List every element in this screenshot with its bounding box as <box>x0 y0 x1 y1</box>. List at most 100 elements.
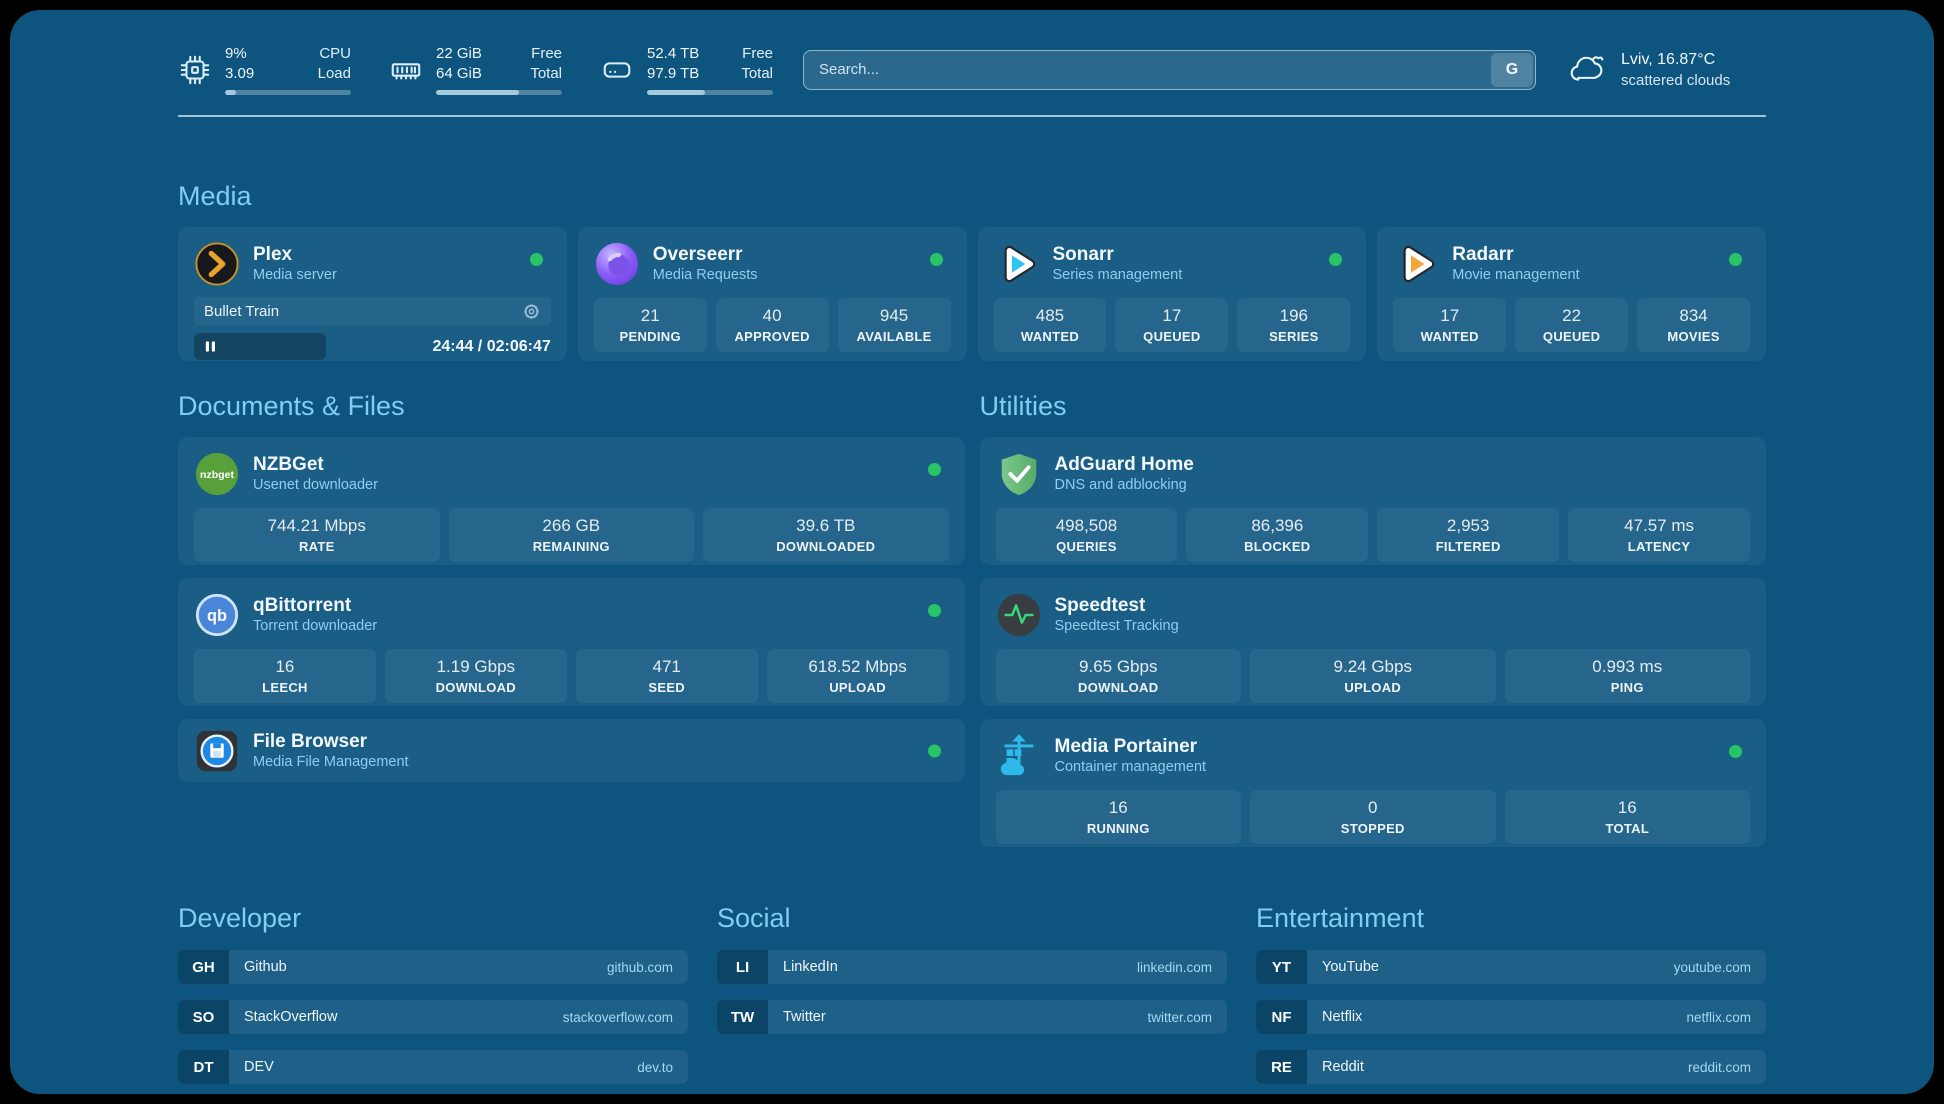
memory-icon <box>389 53 423 87</box>
stat-box: 16 RUNNING <box>996 790 1242 844</box>
bookmark-url: stackoverflow.com <box>563 1010 673 1025</box>
stat-box: 196 SERIES <box>1237 298 1350 352</box>
stat-box: 498,508 QUERIES <box>996 508 1178 562</box>
app-card-nzbget[interactable]: nzbget NZBGet Usenet downloader 744.21 M… <box>178 437 965 565</box>
app-title: Overseerr <box>653 243 758 266</box>
bookmark-linkedin[interactable]: LI LinkedIn linkedin.com <box>717 950 1227 984</box>
app-title: Media Portainer <box>1055 735 1207 758</box>
stat-box: 266 GB REMAINING <box>449 508 695 562</box>
bookmark-abbr: NF <box>1256 1000 1307 1034</box>
stat-box: 945 AVAILABLE <box>838 298 951 352</box>
bookmark-group-entertainment: Entertainment YT YouTube youtube.com NF … <box>1256 903 1766 1084</box>
cpu-values: 9% 3.09 <box>225 44 254 84</box>
stat-box: 0.993 ms PING <box>1505 649 1751 703</box>
memory-values: 22 GiB 64 GiB <box>436 44 482 84</box>
section-title-documents: Documents & Files <box>178 391 965 422</box>
stat-box: 16 LEECH <box>194 649 376 703</box>
status-dot <box>930 253 943 266</box>
svg-text:nzbget: nzbget <box>200 469 234 481</box>
memory-progress-fill <box>436 90 519 95</box>
app-title: Speedtest <box>1055 594 1179 617</box>
stat-box: 471 SEED <box>576 649 758 703</box>
svg-text:qb: qb <box>207 607 227 625</box>
memory-progress-bar <box>436 90 562 95</box>
bookmark-url: netflix.com <box>1686 1010 1751 1025</box>
app-subtitle: Usenet downloader <box>253 476 378 495</box>
search-provider-button[interactable]: G <box>1491 53 1533 87</box>
cpu-icon <box>178 53 212 87</box>
bookmark-reddit[interactable]: RE Reddit reddit.com <box>1256 1050 1766 1084</box>
bookmark-dev[interactable]: DT DEV dev.to <box>178 1050 688 1084</box>
plex-icon <box>194 241 240 287</box>
cpu-progress-bar <box>225 90 351 95</box>
status-dot <box>928 604 941 617</box>
app-subtitle: Media server <box>253 266 337 285</box>
bookmark-stackoverflow[interactable]: SO StackOverflow stackoverflow.com <box>178 1000 688 1034</box>
app-card-sonarr[interactable]: Sonarr Series management 485 WANTED 17 Q… <box>978 227 1367 361</box>
section-title-utilities: Utilities <box>980 391 1767 422</box>
now-playing-row: Bullet Train <box>194 297 551 326</box>
app-title: qBittorrent <box>253 594 377 617</box>
app-card-overseerr[interactable]: Overseerr Media Requests 21 PENDING 40 A… <box>578 227 967 361</box>
qbittorrent-icon: qb <box>194 592 240 638</box>
bookmark-name: Reddit <box>1322 1059 1364 1075</box>
stat-box: 0 STOPPED <box>1250 790 1496 844</box>
filebrowser-icon <box>194 728 240 774</box>
app-card-plex[interactable]: Plex Media server Bullet Train <box>178 227 567 361</box>
app-card-filebrowser[interactable]: File Browser Media File Management <box>178 719 965 782</box>
radarr-icon <box>1393 241 1439 287</box>
bookmark-abbr: LI <box>717 950 768 984</box>
app-subtitle: Container management <box>1055 758 1207 777</box>
bookmark-abbr: GH <box>178 950 229 984</box>
stat-box: 16 TOTAL <box>1505 790 1751 844</box>
app-title: File Browser <box>253 730 409 753</box>
app-card-radarr[interactable]: Radarr Movie management 17 WANTED 22 QUE… <box>1377 227 1766 361</box>
bookmark-name: StackOverflow <box>244 1009 337 1025</box>
memory-widget: 22 GiB 64 GiB Free Total <box>389 44 562 95</box>
gear-icon[interactable] <box>522 302 541 321</box>
app-card-adguard[interactable]: AdGuard Home DNS and adblocking 498,508 … <box>980 437 1767 565</box>
playback-row: 24:44 / 02:06:47 <box>194 333 551 360</box>
disk-labels: Free Total <box>741 44 773 84</box>
app-title: Radarr <box>1452 243 1579 266</box>
bookmark-url: reddit.com <box>1688 1060 1751 1075</box>
stat-box: 1.19 Gbps DOWNLOAD <box>385 649 567 703</box>
cpu-labels: CPU Load <box>318 44 351 84</box>
app-card-portainer[interactable]: Media Portainer Container management 16 … <box>980 719 1767 847</box>
bookmark-youtube[interactable]: YT YouTube youtube.com <box>1256 950 1766 984</box>
bookmark-name: Github <box>244 959 287 975</box>
stat-box: 9.65 Gbps DOWNLOAD <box>996 649 1242 703</box>
bookmark-group-developer: Developer GH Github github.com SO StackO… <box>178 903 688 1084</box>
pause-button[interactable] <box>194 333 326 360</box>
app-card-qbittorrent[interactable]: qb qBittorrent Torrent downloader 16 <box>178 578 965 706</box>
section-utilities: Utilities <box>980 391 1767 847</box>
section-title-social: Social <box>717 903 1227 934</box>
search-input[interactable] <box>803 50 1536 90</box>
app-subtitle: DNS and adblocking <box>1055 476 1194 495</box>
bookmark-name: DEV <box>244 1059 274 1075</box>
section-title-media: Media <box>178 181 1766 212</box>
bookmark-url: twitter.com <box>1147 1010 1212 1025</box>
top-bar: 9% 3.09 CPU Load <box>178 10 1766 95</box>
weather-widget[interactable]: Lviv, 16.87°C scattered clouds <box>1566 49 1766 91</box>
app-card-speedtest[interactable]: Speedtest Speedtest Tracking 9.65 Gbps D… <box>980 578 1767 706</box>
stat-box: 17 QUEUED <box>1115 298 1228 352</box>
bookmark-twitter[interactable]: TW Twitter twitter.com <box>717 1000 1227 1034</box>
playback-time: 24:44 / 02:06:47 <box>432 338 550 356</box>
bookmark-abbr: TW <box>717 1000 768 1034</box>
search-bar: G <box>803 50 1536 90</box>
stat-box: 21 PENDING <box>594 298 707 352</box>
cpu-usage: 9% <box>225 44 254 64</box>
app-subtitle: Media Requests <box>653 266 758 285</box>
bookmark-name: YouTube <box>1322 959 1379 975</box>
status-dot <box>928 463 941 476</box>
app-subtitle: Movie management <box>1452 266 1579 285</box>
bookmark-github[interactable]: GH Github github.com <box>178 950 688 984</box>
bookmark-name: Netflix <box>1322 1009 1362 1025</box>
portainer-icon <box>996 733 1042 779</box>
status-dot <box>928 744 941 757</box>
section-title-entertainment: Entertainment <box>1256 903 1766 934</box>
bookmark-url: github.com <box>607 960 673 975</box>
disk-values: 52.4 TB 97.9 TB <box>647 44 699 84</box>
bookmark-netflix[interactable]: NF Netflix netflix.com <box>1256 1000 1766 1034</box>
